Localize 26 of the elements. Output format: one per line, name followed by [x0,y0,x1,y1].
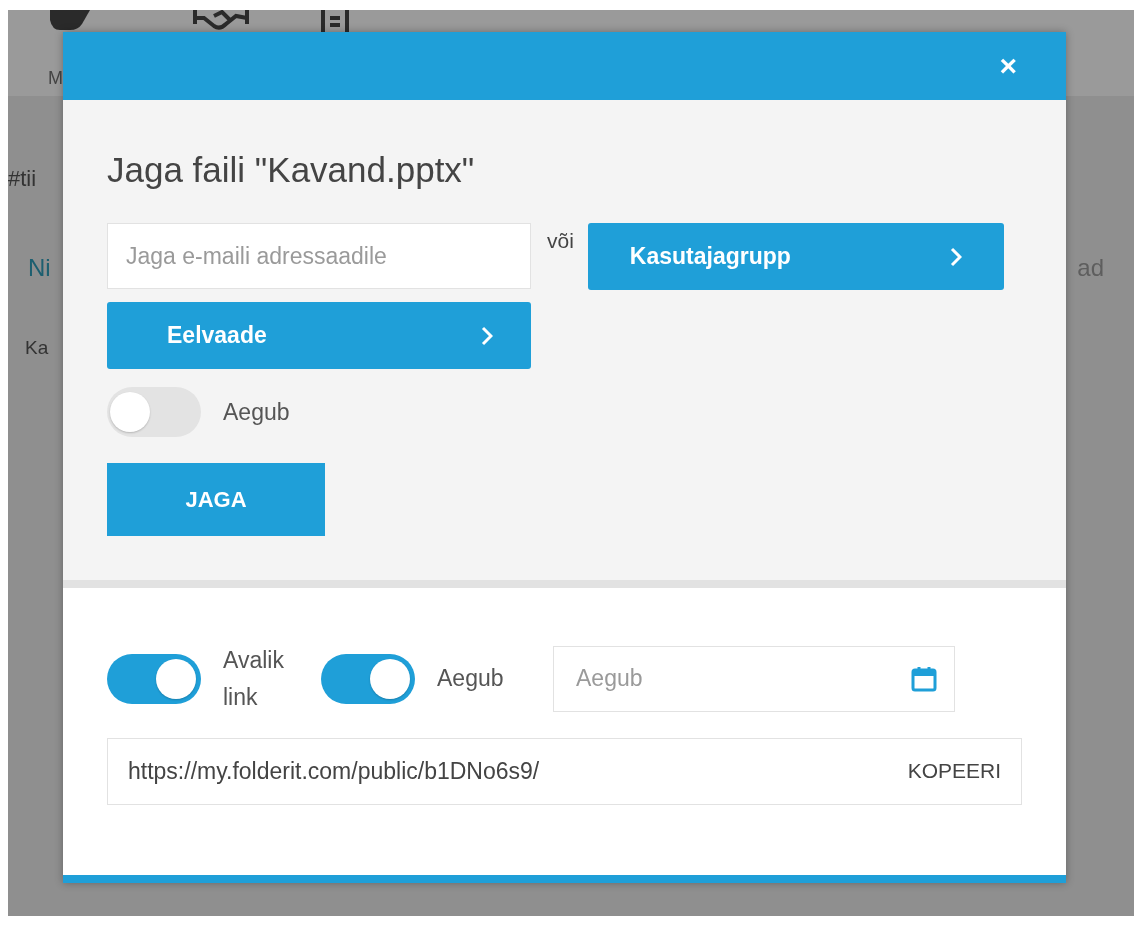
preview-button[interactable]: Eelvaade [107,302,531,369]
toggle-label: Aegub [223,398,290,426]
toggle-switch[interactable] [107,387,201,437]
link-url: https://my.folderit.com/public/b1DNo6s9/ [128,757,540,785]
toggle-switch[interactable] [107,653,201,704]
nav-label[interactable]: M [48,68,63,89]
email-field[interactable]: Jaga e-maili adressaadile [107,223,531,289]
file-name: Ka [25,337,50,359]
handshake-icon [192,10,250,32]
close-button[interactable]: × [995,51,1021,81]
chevron-icon [949,246,962,267]
tag-text: #tii [8,166,37,192]
share-button[interactable]: JAGA [107,463,325,536]
toggle-label: Aegub [437,664,505,694]
dialog-title: Jaga faili "Kavand.pptx" [107,150,476,190]
date-field[interactable]: Aegub [553,645,955,712]
toggle-switch[interactable] [321,653,415,704]
toggle-label: Avalik link [223,646,285,712]
copy-button[interactable]: KOPEERI [907,759,1001,784]
user-group-button[interactable]: Kasutajagrupp [587,223,1004,290]
calendar-icon [911,665,937,692]
chevron-icon [481,325,493,346]
link-field[interactable]: https://my.folderit.com/public/b1DNo6s9/ KOPEERI [107,737,1022,805]
or-text: või [547,229,574,253]
list-icon [320,10,350,32]
column-heading: Ni [28,254,51,282]
